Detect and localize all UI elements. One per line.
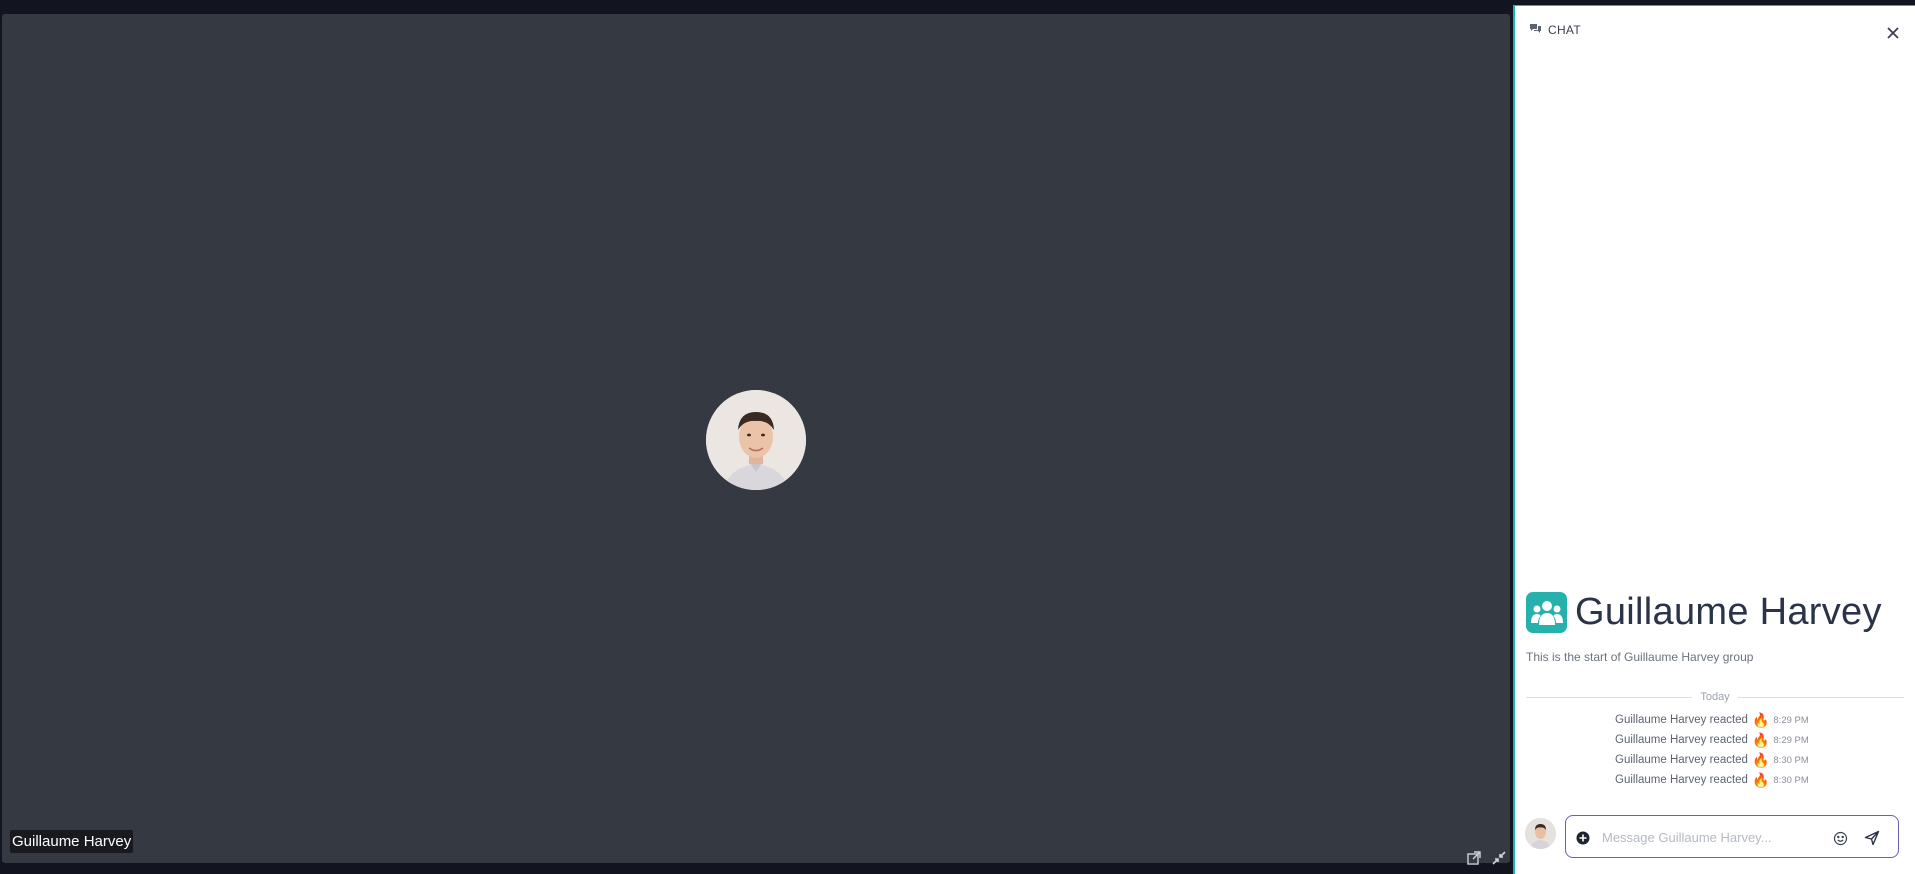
chat-header: CHAT [1529, 21, 1581, 39]
list-item: Guillaume Harvey reacted 🔥 8:30 PM [1615, 773, 1809, 787]
list-item: Guillaume Harvey reacted 🔥 8:29 PM [1615, 713, 1809, 727]
participant-name-tag: Guillaume Harvey [10, 830, 134, 853]
fire-emoji: 🔥 [1751, 752, 1770, 768]
fire-emoji: 🔥 [1751, 732, 1770, 748]
chat-bubbles-icon [1529, 21, 1542, 39]
close-icon[interactable] [1884, 24, 1902, 42]
send-icon[interactable] [1862, 828, 1882, 848]
fire-emoji: 🔥 [1751, 712, 1770, 728]
message-input[interactable] [1602, 827, 1822, 847]
avatar [1525, 818, 1556, 849]
message-time: 8:30 PM [1773, 754, 1809, 766]
group-header: Guillaume Harvey [1526, 591, 1882, 634]
add-circle-icon[interactable] [1573, 828, 1593, 848]
list-item: Guillaume Harvey reacted 🔥 8:29 PM [1615, 733, 1809, 747]
popout-icon[interactable] [1464, 848, 1484, 868]
message-text: Guillaume Harvey reacted [1615, 714, 1748, 726]
video-stage: Guillaume Harvey [2, 14, 1510, 865]
date-divider-label: Today [1700, 691, 1730, 703]
message-composer [1565, 815, 1899, 858]
chat-title: CHAT [1548, 23, 1581, 37]
date-divider: Today [1526, 690, 1905, 704]
group-icon [1526, 592, 1567, 633]
fire-emoji: 🔥 [1751, 772, 1770, 788]
group-subtitle: This is the start of Guillaume Harvey gr… [1526, 650, 1754, 664]
message-time: 8:29 PM [1773, 714, 1809, 726]
list-item: Guillaume Harvey reacted 🔥 8:30 PM [1615, 753, 1809, 767]
message-text: Guillaume Harvey reacted [1615, 754, 1748, 766]
message-text: Guillaume Harvey reacted [1615, 774, 1748, 786]
participant-avatar [706, 390, 806, 490]
message-time: 8:29 PM [1773, 734, 1809, 746]
emoji-icon[interactable] [1830, 828, 1850, 848]
message-text: Guillaume Harvey reacted [1615, 734, 1748, 746]
chat-panel: CHAT Guillaume Harvey This is the start … [1513, 5, 1915, 874]
group-name: Guillaume Harvey [1575, 591, 1882, 633]
minimize-icon[interactable] [1489, 848, 1509, 868]
message-time: 8:30 PM [1773, 774, 1809, 786]
